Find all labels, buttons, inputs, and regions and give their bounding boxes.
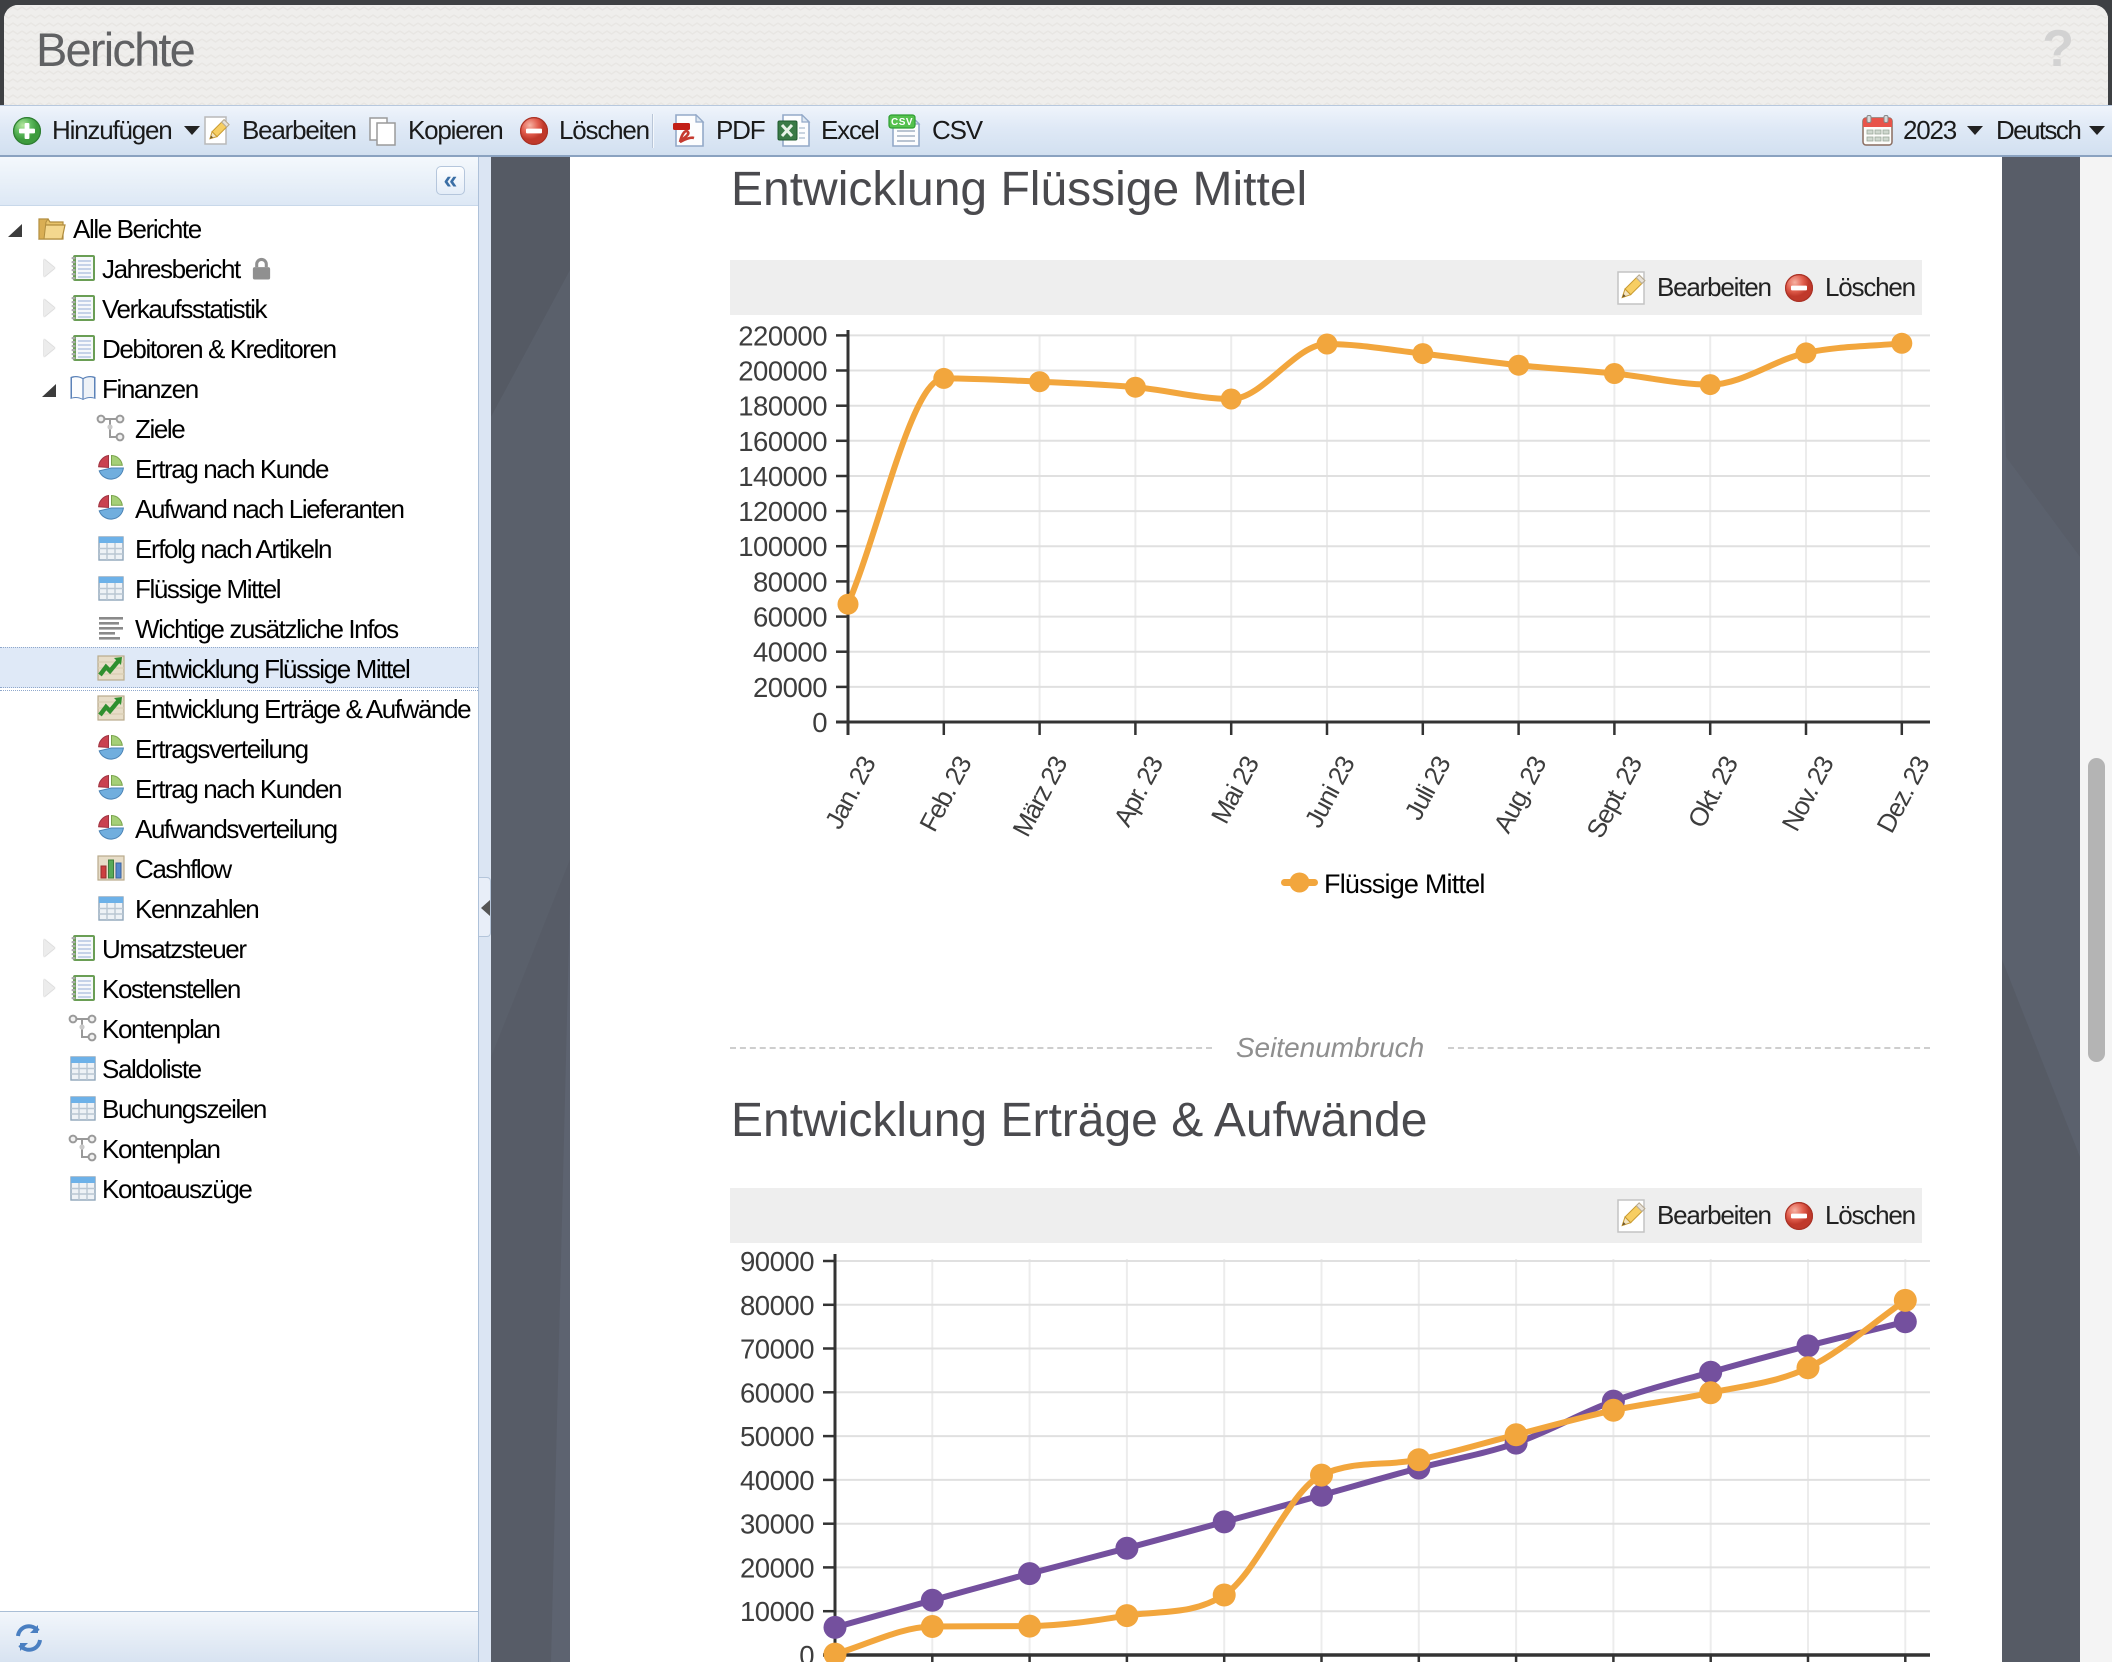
svg-text:März 23: März 23 (1006, 751, 1073, 841)
svg-text:Apr. 23: Apr. 23 (1107, 751, 1169, 831)
svg-text:20000: 20000 (740, 1552, 814, 1583)
svg-text:20000: 20000 (753, 672, 827, 703)
svg-text:90000: 90000 (740, 1248, 814, 1277)
svg-text:70000: 70000 (740, 1334, 814, 1365)
svg-text:30000: 30000 (740, 1509, 814, 1540)
svg-text:100000: 100000 (738, 531, 827, 562)
svg-text:Aug. 23: Aug. 23 (1487, 751, 1552, 837)
svg-text:60000: 60000 (740, 1377, 814, 1408)
svg-text:200000: 200000 (738, 356, 827, 387)
svg-text:0: 0 (799, 1640, 814, 1662)
svg-text:60000: 60000 (753, 602, 827, 633)
svg-text:Sept. 23: Sept. 23 (1580, 751, 1648, 843)
svg-text:160000: 160000 (738, 426, 827, 457)
svg-text:CSV: CSV (891, 117, 913, 128)
svg-text:Mai 23: Mai 23 (1205, 751, 1265, 828)
svg-text:120000: 120000 (738, 496, 827, 527)
svg-text:50000: 50000 (740, 1421, 814, 1452)
svg-text:220000: 220000 (738, 320, 827, 351)
svg-text:40000: 40000 (753, 637, 827, 668)
svg-text:180000: 180000 (738, 391, 827, 422)
svg-text:10000: 10000 (740, 1596, 814, 1627)
svg-text:40000: 40000 (740, 1465, 814, 1496)
svg-text:Jan. 23: Jan. 23 (819, 751, 882, 834)
svg-text:Nov. 23: Nov. 23 (1776, 751, 1840, 836)
svg-text:Okt. 23: Okt. 23 (1682, 751, 1744, 832)
svg-text:80000: 80000 (740, 1290, 814, 1321)
svg-text:80000: 80000 (753, 566, 827, 597)
svg-text:0: 0 (812, 707, 827, 738)
svg-text:140000: 140000 (738, 461, 827, 492)
svg-text:Flüssige Mittel: Flüssige Mittel (1324, 869, 1485, 899)
svg-text:Dez. 23: Dez. 23 (1870, 751, 1930, 837)
svg-text:Juli 23: Juli 23 (1398, 751, 1456, 825)
svg-text:Juni 23: Juni 23 (1298, 751, 1360, 832)
svg-text:Feb. 23: Feb. 23 (913, 751, 977, 836)
